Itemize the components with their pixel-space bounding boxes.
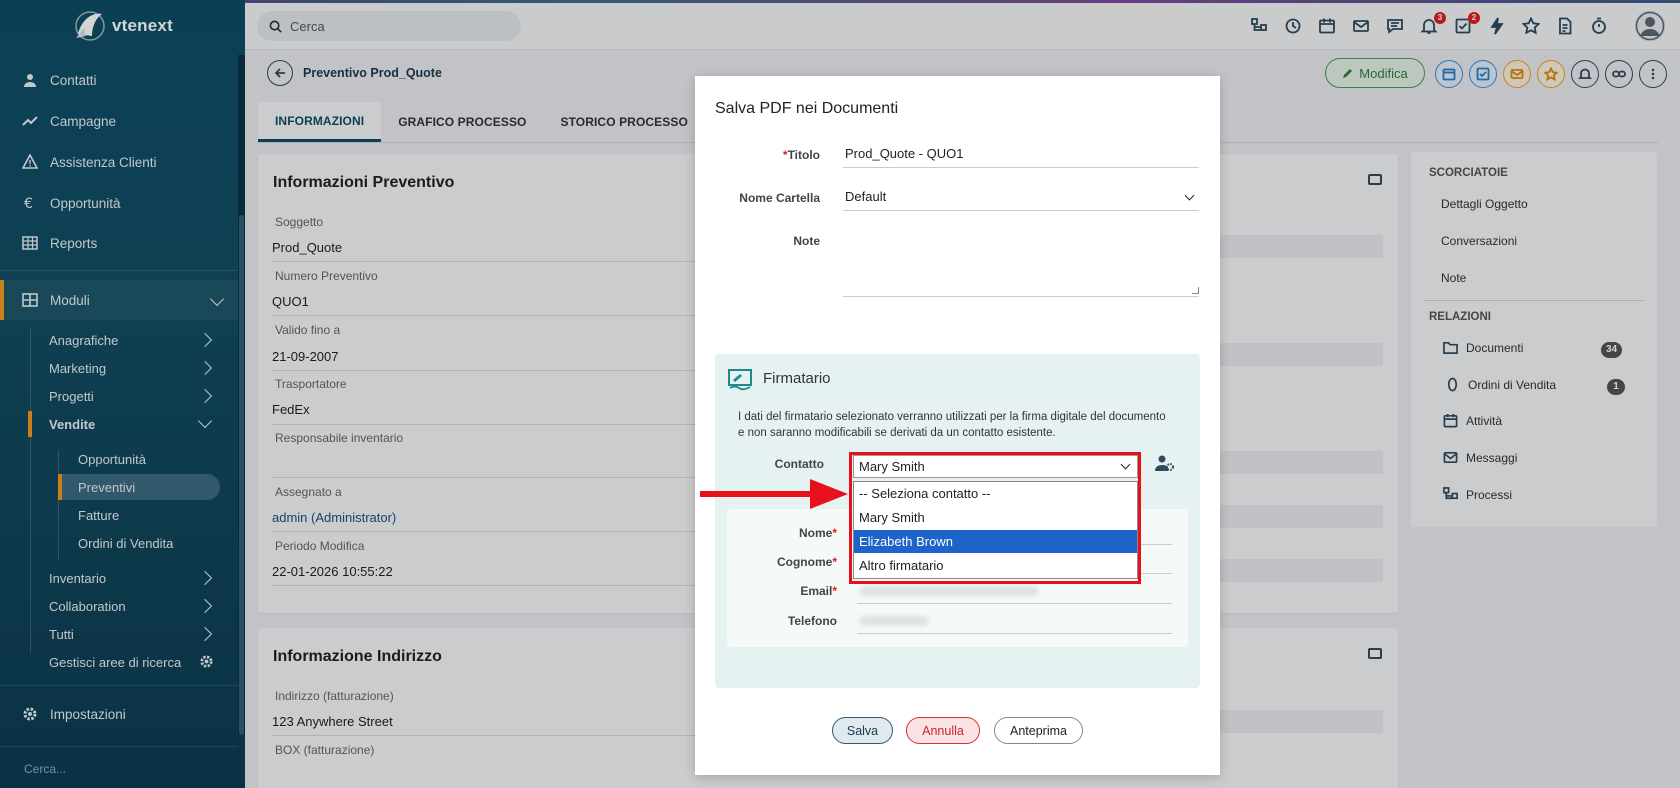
red-arrow-annotation — [700, 479, 848, 509]
cartella-select[interactable]: Default — [843, 185, 1199, 211]
note-textarea[interactable] — [843, 229, 1199, 297]
contatto-select[interactable]: Mary Smith — [853, 455, 1138, 478]
contatto-label: Contatto — [774, 457, 824, 471]
email-label-text: Email — [800, 584, 833, 598]
titolo-label: *Titolo — [695, 148, 820, 162]
required-marker: * — [832, 555, 837, 569]
nome-label-text: Nome — [798, 526, 833, 540]
option-mary-smith[interactable]: Mary Smith — [854, 506, 1137, 529]
required-marker: * — [832, 526, 837, 540]
option-seleziona[interactable]: -- Seleziona contatto -- — [854, 482, 1137, 505]
email-redacted — [859, 586, 1039, 596]
save-button[interactable]: Salva — [832, 717, 893, 744]
firmatario-title: Firmatario — [763, 370, 831, 387]
option-altro-firmatario[interactable]: Altro firmatario — [854, 554, 1137, 577]
required-marker: * — [832, 584, 837, 598]
chevron-down-icon — [1184, 190, 1195, 201]
telefono-label: Telefono — [787, 614, 837, 628]
preview-button[interactable]: Anteprima — [994, 717, 1083, 744]
cognome-label: Cognome* — [747, 555, 837, 569]
titolo-label-text: Titolo — [787, 148, 820, 162]
save-pdf-modal: Salva PDF nei Documenti *Titolo Prod_Quo… — [695, 76, 1220, 775]
signature-icon — [728, 369, 752, 391]
titolo-input[interactable]: Prod_Quote - QUO1 — [843, 142, 1199, 168]
resize-grip-icon[interactable] — [1192, 287, 1199, 294]
firmatario-description: I dati del firmatario selezionato verran… — [738, 411, 1166, 439]
note-label: Note — [793, 234, 820, 248]
cartella-label: Nome Cartella — [739, 191, 820, 205]
chevron-down-icon — [1120, 459, 1131, 470]
contatto-selected-value: Mary Smith — [859, 459, 925, 474]
nome-label: Nome* — [747, 526, 837, 540]
telefono-redacted — [859, 616, 929, 626]
cancel-button[interactable]: Annulla — [906, 717, 980, 744]
cognome-label-text: Cognome — [776, 555, 833, 569]
cartella-value: Default — [845, 189, 887, 204]
option-elizabeth-brown[interactable]: Elizabeth Brown — [854, 530, 1137, 553]
user-settings-icon[interactable] — [1155, 454, 1175, 472]
contatto-dropdown-list: -- Seleziona contatto -- Mary Smith Eliz… — [853, 481, 1138, 579]
modal-title: Salva PDF nei Documenti — [715, 100, 899, 117]
telefono-input[interactable] — [857, 633, 1172, 634]
email-label: Email* — [747, 584, 837, 598]
email-input[interactable] — [857, 603, 1172, 604]
